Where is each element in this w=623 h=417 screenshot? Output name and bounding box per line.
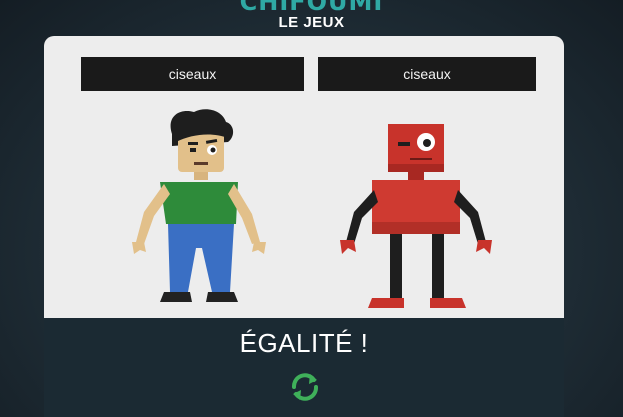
player-choice-label: ciseaux: [81, 57, 304, 91]
game-board: ciseaux ciseaux: [44, 36, 564, 336]
result-text: ÉGALITÉ !: [239, 328, 369, 358]
cpu-choice-label: ciseaux: [318, 57, 536, 91]
refresh-icon[interactable]: [288, 370, 322, 404]
result-panel: ÉGALITÉ !: [44, 318, 564, 417]
player-character: [132, 109, 266, 302]
app-subtitle: LE JEUX: [278, 14, 345, 31]
robot-character: [340, 124, 492, 308]
